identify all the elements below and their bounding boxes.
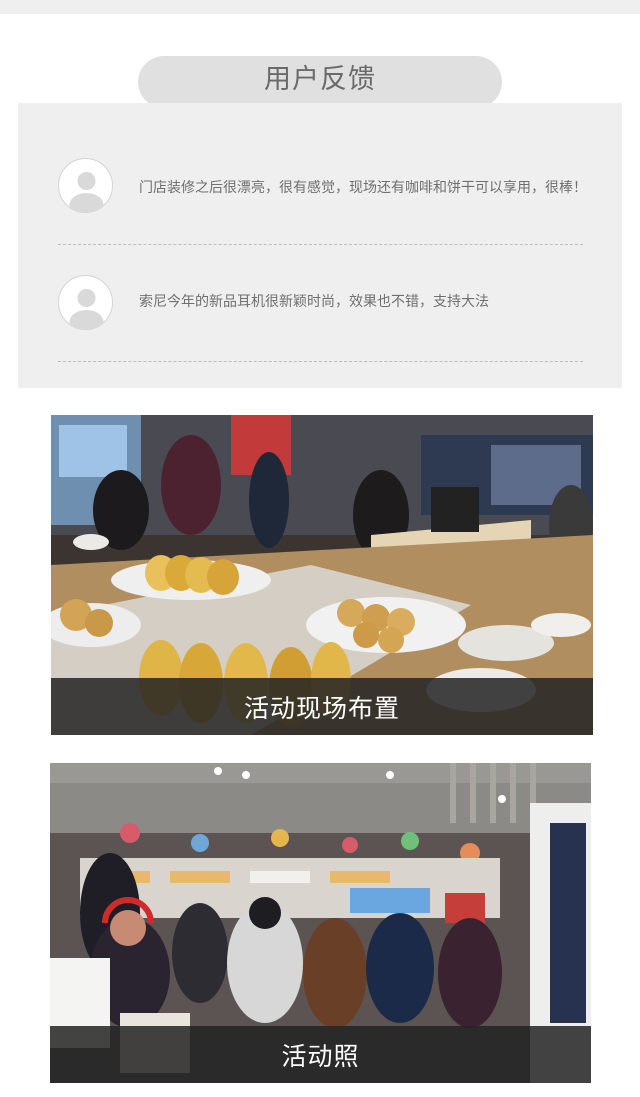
photo-caption: 活动现场布置 <box>243 693 400 723</box>
feedback-item: 索尼今年的新品耳机很新颖时尚，效果也不错，支持大法 <box>58 244 583 362</box>
top-divider-bar <box>0 0 640 14</box>
section-title: 用户反馈 <box>264 64 376 95</box>
photo-caption-band: 活动照 <box>50 1026 591 1083</box>
photo-caption: 活动照 <box>281 1041 360 1071</box>
feedback-panel: 门店装修之后很漂亮，很有感觉，现场还有咖啡和饼干可以享用，很棒！ 索尼今年的新品… <box>18 103 622 388</box>
feedback-item: 门店装修之后很漂亮，很有感觉，现场还有咖啡和饼干可以享用，很棒！ <box>58 127 587 245</box>
feedback-text: 门店装修之后很漂亮，很有感觉，现场还有咖啡和饼干可以享用，很棒！ <box>139 180 587 196</box>
user-avatar-icon <box>58 158 113 213</box>
event-setup-photo: 活动现场布置 <box>51 415 593 735</box>
photo-caption-band: 活动现场布置 <box>51 678 593 735</box>
feedback-text: 索尼今年的新品耳机很新颖时尚，效果也不错，支持大法 <box>139 294 489 310</box>
user-avatar-icon <box>58 275 113 330</box>
section-title-pill: 用户反馈 <box>138 56 502 108</box>
event-crowd-photo: 活动照 <box>50 763 591 1083</box>
